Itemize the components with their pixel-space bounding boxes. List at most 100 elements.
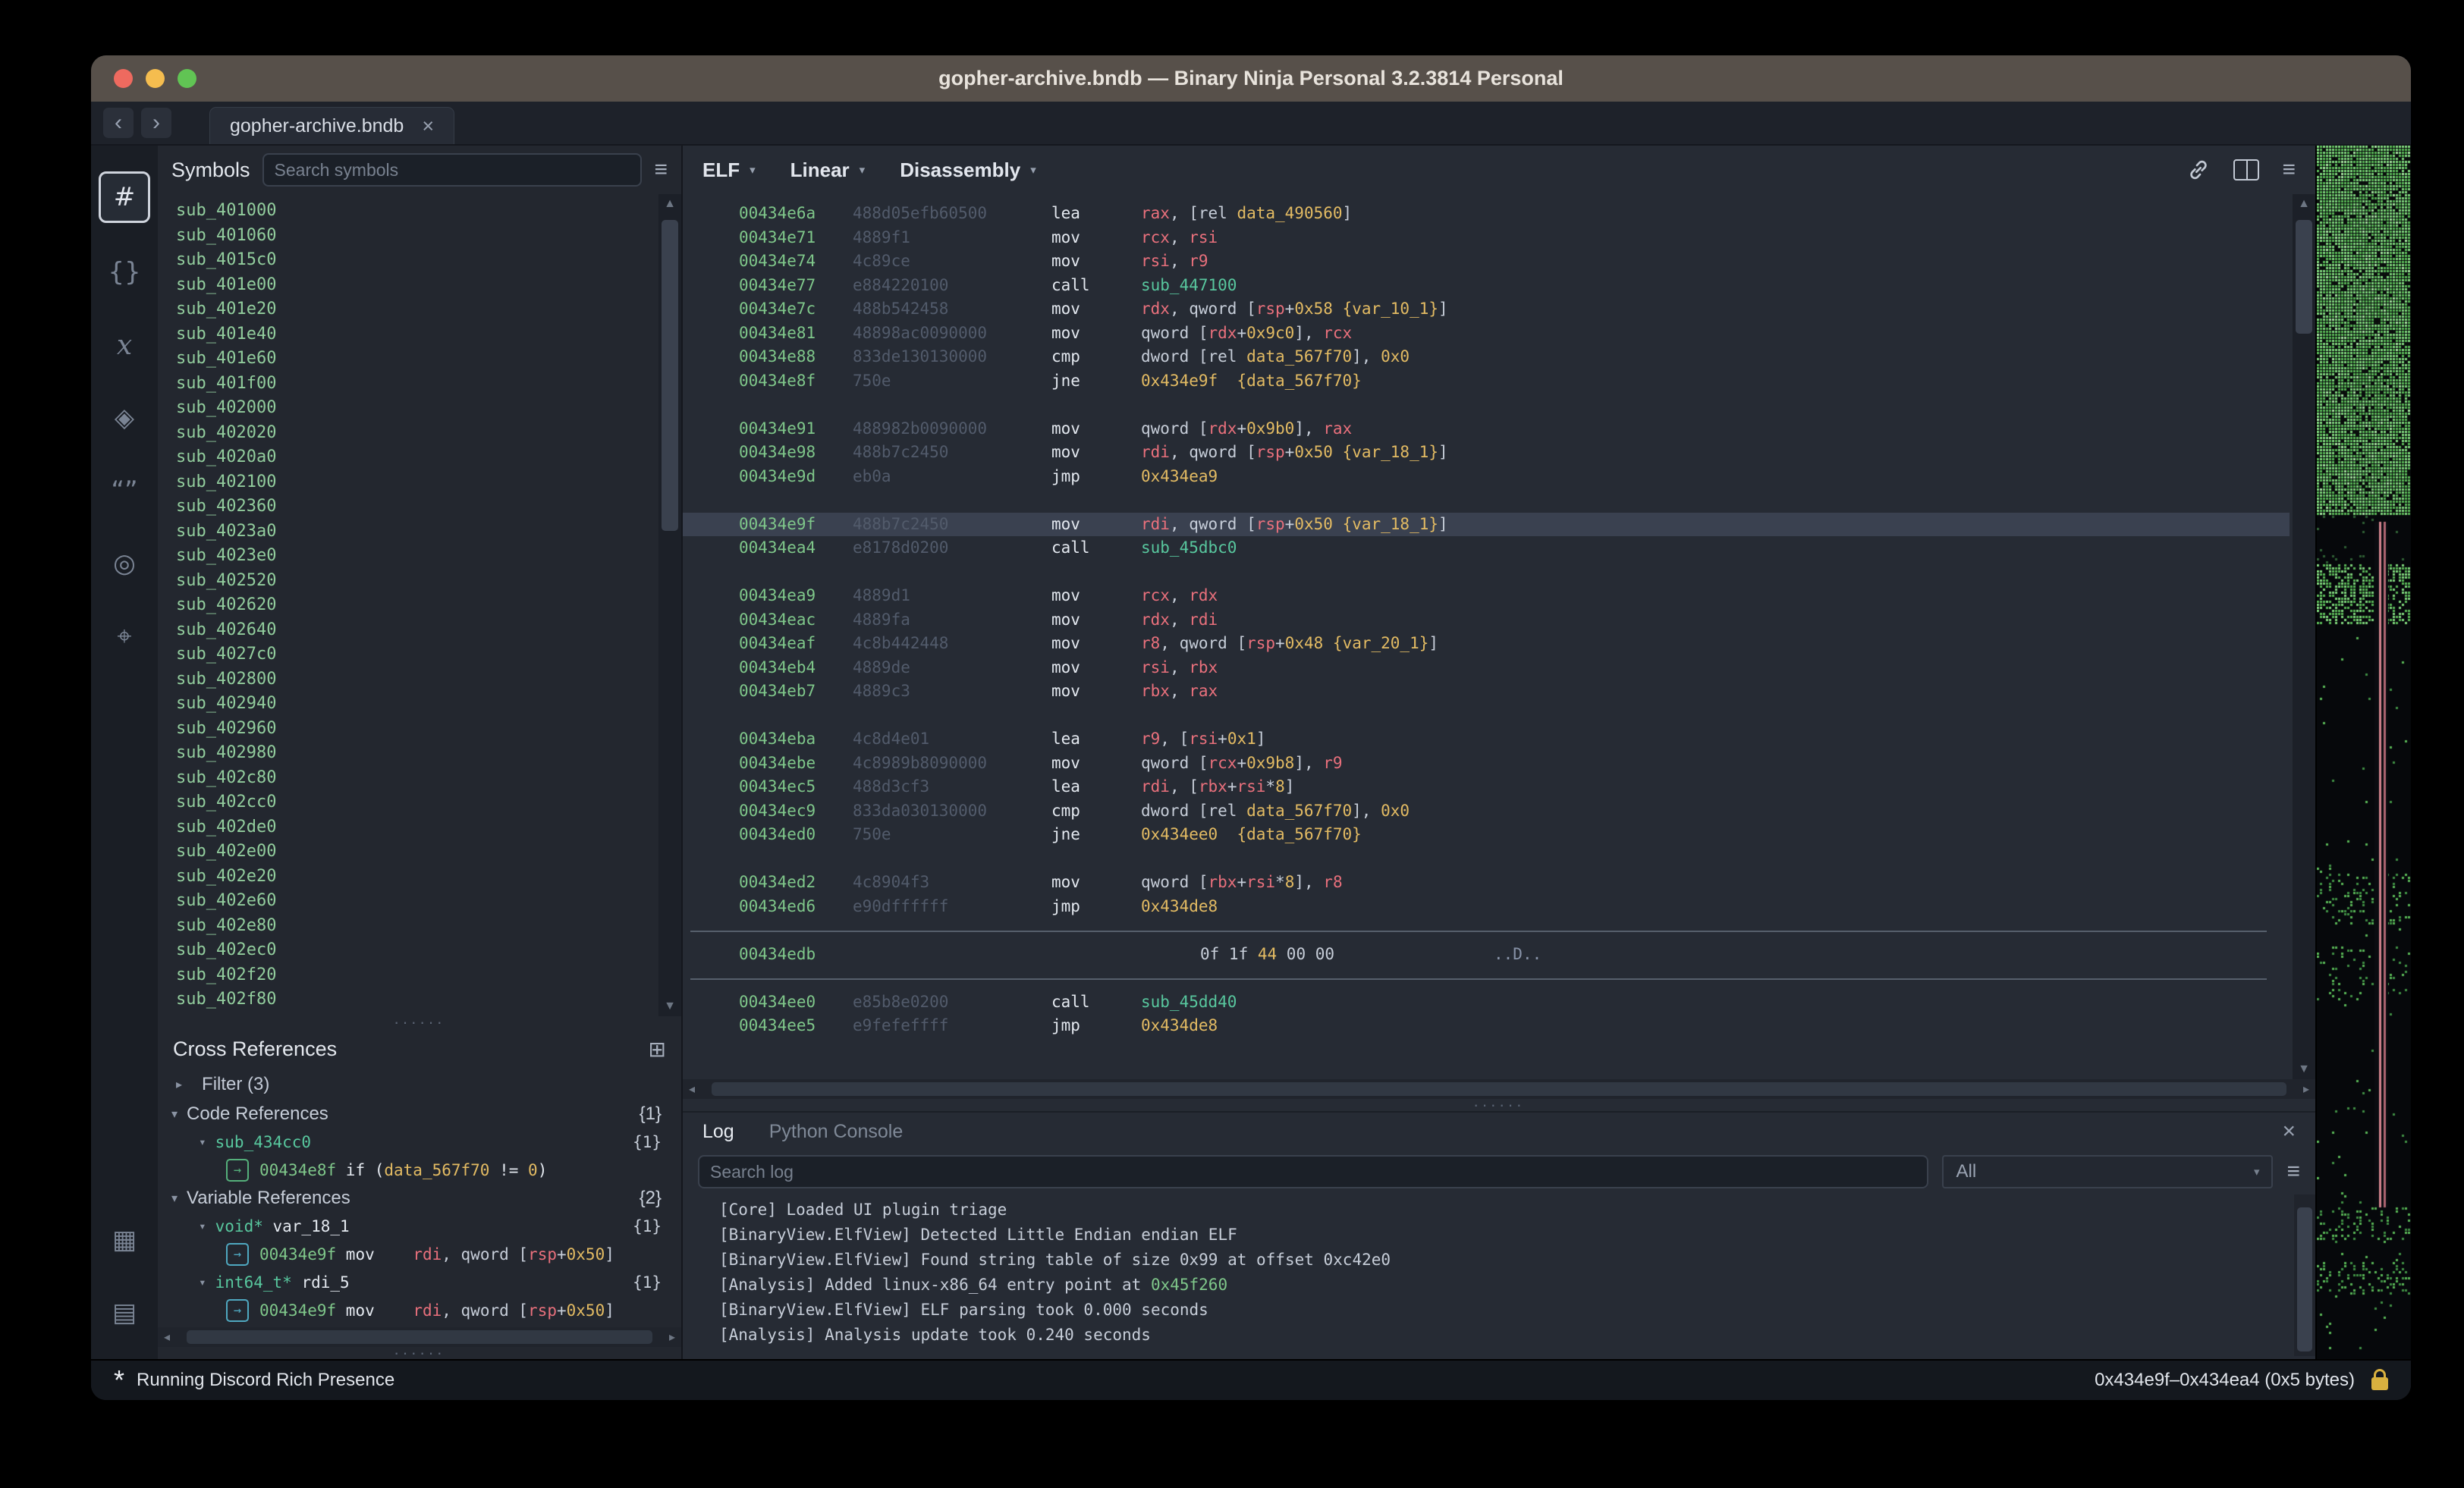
disasm-data-line[interactable]: 00434edb0f 1f 44 00 00..D.. (739, 943, 2259, 967)
feature-map[interactable] (2315, 146, 2411, 1359)
scrollbar-thumb[interactable] (712, 1082, 2286, 1096)
xref-group[interactable]: ▾void* var_18_1{1} (158, 1212, 681, 1240)
symbol-item[interactable]: sub_401e60 (176, 347, 655, 372)
scroll-left-icon[interactable]: ◂ (164, 1329, 170, 1345)
split-view-icon[interactable] (2233, 159, 2259, 181)
disclosure-arrow-icon[interactable]: ▸ (176, 1077, 182, 1092)
disasm-line[interactable]: 00434eac4889famovrdx, rdi (739, 608, 2259, 633)
symbol-item[interactable]: sub_401000 (176, 199, 655, 224)
symbol-item[interactable]: sub_402f20 (176, 963, 655, 988)
scroll-up-icon[interactable]: ▲ (2293, 194, 2315, 214)
log-search-input[interactable] (698, 1155, 1928, 1188)
symbol-item[interactable]: sub_402f80 (176, 987, 655, 1012)
symbol-item[interactable]: sub_402940 (176, 692, 655, 717)
variables-icon[interactable]: x (101, 322, 148, 369)
symbol-item[interactable]: sub_402de0 (176, 815, 655, 840)
xref-item[interactable]: →00434e9f mov rdi, qword [rsp+0x50] (158, 1240, 681, 1268)
symbols-scrollbar[interactable]: ▲ ▼ (658, 194, 681, 1016)
symbols-menu-icon[interactable]: ≡ (654, 157, 668, 183)
symbol-item[interactable]: sub_402800 (176, 667, 655, 692)
tab-log[interactable]: Log (702, 1121, 734, 1143)
symbol-item[interactable]: sub_402960 (176, 717, 655, 742)
symbol-item[interactable]: sub_402520 (176, 569, 655, 594)
disclosure-arrow-icon[interactable]: ▾ (171, 1107, 178, 1122)
panel-resize-grip[interactable]: ······ (158, 1016, 681, 1028)
nav-forward-button[interactable]: › (141, 108, 171, 138)
symbol-item[interactable]: sub_402e00 (176, 840, 655, 865)
scroll-left-icon[interactable]: ◂ (689, 1081, 695, 1097)
symbol-item[interactable]: sub_402ec0 (176, 938, 655, 963)
symbol-item[interactable]: sub_401e00 (176, 273, 655, 298)
disasm-line[interactable]: 00434ec5488d3cf3leardi, [rbx+rsi*8] (739, 775, 2259, 799)
log-resize-grip[interactable]: ······ (683, 1099, 2315, 1111)
stack-icon[interactable]: ◈ (101, 394, 148, 441)
symbol-item[interactable]: sub_402e80 (176, 914, 655, 939)
disasm-line[interactable]: 00434ebe4c8989b8090000movqword [rcx+0x9b… (739, 752, 2259, 776)
disasm-line[interactable]: 00434e9f488b7c2450movrdi, qword [rsp+0x5… (683, 513, 2290, 537)
scroll-up-icon[interactable]: ▲ (658, 194, 681, 214)
tab-gopher-archive[interactable]: gopher-archive.bndb × (209, 107, 454, 144)
symbols-search-input[interactable] (262, 153, 643, 187)
xref-item[interactable]: →00434e8f if (data_567f70 != 0) (158, 1156, 681, 1184)
disasm-line[interactable]: 00434e98488b7c2450movrdi, qword [rsp+0x5… (739, 441, 2259, 465)
symbol-item[interactable]: sub_402980 (176, 741, 655, 766)
disasm-line[interactable]: 00434eb44889demovrsi, rbx (739, 656, 2259, 680)
xref-item[interactable]: →00434e9f mov rdi, qword [rsp+0x50] (158, 1296, 681, 1324)
disasm-line[interactable]: 00434e744c89cemovrsi, r9 (739, 250, 2259, 274)
disasm-line[interactable]: 00434ed0750ejne0x434ee0 {data_567f70} (739, 823, 2259, 847)
xref-group[interactable]: ▾int64_t* rdi_5{1} (158, 1268, 681, 1296)
mini-graph-icon[interactable]: ▦ (101, 1216, 148, 1264)
log-menu-icon[interactable]: ≡ (2286, 1159, 2300, 1185)
disasm-line[interactable]: 00434ee0e85b8e0200callsub_45dd40 (739, 990, 2259, 1015)
symbols-icon[interactable]: # (99, 171, 150, 223)
symbol-item[interactable]: sub_4023a0 (176, 520, 655, 545)
symbol-item[interactable]: sub_401e20 (176, 297, 655, 322)
disasm-line[interactable]: 00434ee5e9fefeffffjmp0x434de8 (739, 1014, 2259, 1038)
symbol-item[interactable]: sub_4023e0 (176, 544, 655, 569)
xref-group[interactable]: ▾Code References{1} (158, 1100, 681, 1128)
xref-filter-row[interactable]: ▸ Filter (3) (158, 1069, 681, 1100)
symbol-item[interactable]: sub_402c80 (176, 766, 655, 791)
minimize-window-button[interactable] (146, 69, 165, 88)
disassembly-scrollbar[interactable]: ▲ ▼ (2293, 194, 2315, 1079)
disasm-line[interactable]: 00434ed6e90dffffffjmp0x434de8 (739, 895, 2259, 919)
disclosure-arrow-icon[interactable]: ▾ (199, 1219, 206, 1233)
log-scrollbar[interactable] (2294, 1194, 2315, 1356)
lock-icon[interactable] (2371, 1377, 2388, 1390)
tab-python-console[interactable]: Python Console (769, 1121, 904, 1143)
nav-back-button[interactable]: ‹ (103, 108, 134, 138)
symbol-item[interactable]: sub_402640 (176, 618, 655, 643)
types-icon[interactable]: {} (101, 249, 148, 296)
xref-group[interactable]: ▾Variable References{2} (158, 1184, 681, 1212)
tab-close-icon[interactable]: × (422, 115, 434, 138)
symbol-item[interactable]: sub_402e60 (176, 889, 655, 914)
scroll-down-icon[interactable]: ▼ (658, 997, 681, 1016)
disassembly-hscrollbar[interactable]: ◂ ▸ (683, 1079, 2315, 1099)
disasm-line[interactable]: 00434e88833de130130000cmpdword [rel data… (739, 345, 2259, 369)
close-window-button[interactable] (114, 69, 133, 88)
scrollbar-thumb[interactable] (2296, 220, 2312, 334)
scroll-right-icon[interactable]: ▸ (669, 1329, 675, 1345)
symbol-item[interactable]: sub_403080 (176, 1012, 655, 1017)
view-mode-menu[interactable]: Linear ▾ (790, 159, 866, 182)
pane-layout-icon[interactable]: ▤ (101, 1289, 148, 1336)
disasm-line[interactable]: 00434ea4e8178d0200callsub_45dbc0 (739, 536, 2259, 560)
disclosure-arrow-icon[interactable]: ▾ (171, 1191, 178, 1206)
xref-group[interactable]: ▾sub_434cc0{1} (158, 1128, 681, 1156)
scroll-right-icon[interactable]: ▸ (2303, 1081, 2309, 1097)
new-pane-icon[interactable]: ⊞ (649, 1037, 666, 1062)
symbol-item[interactable]: sub_401060 (176, 224, 655, 249)
disasm-line[interactable]: 00434eaf4c8b442448movr8, qword [rsp+0x48… (739, 632, 2259, 656)
disasm-line[interactable]: 00434ea94889d1movrcx, rdx (739, 584, 2259, 608)
symbol-item[interactable]: sub_401f00 (176, 372, 655, 397)
memory-map-icon[interactable]: ⌖ (101, 613, 148, 660)
symbol-item[interactable]: sub_4020a0 (176, 445, 655, 470)
scroll-down-icon[interactable]: ▼ (2293, 1059, 2315, 1079)
disasm-line[interactable]: 00434eba4c8d4e01lear9, [rsi+0x1] (739, 727, 2259, 752)
symbol-item[interactable]: sub_402620 (176, 593, 655, 618)
symbol-item[interactable]: sub_4027c0 (176, 642, 655, 667)
strings-icon[interactable]: “” (101, 467, 148, 514)
disasm-line[interactable]: 00434ec9833da030130000cmpdword [rel data… (739, 799, 2259, 824)
symbol-item[interactable]: sub_401e40 (176, 322, 655, 347)
log-filter-dropdown[interactable]: All ▾ (1942, 1155, 2273, 1188)
